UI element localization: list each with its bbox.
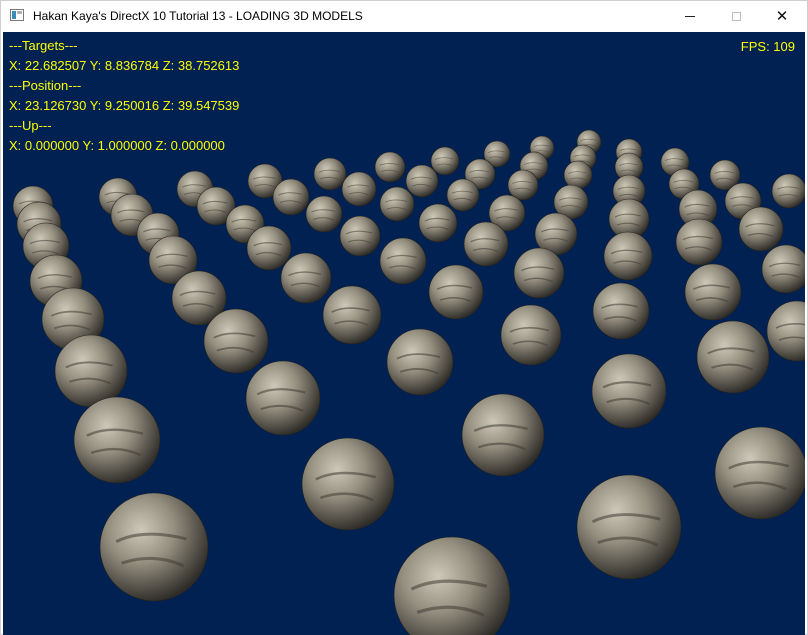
- rock-sphere: [761, 244, 805, 294]
- rock-sphere: [405, 164, 439, 198]
- maximize-button[interactable]: [713, 1, 759, 32]
- up-value: X: 0.000000 Y: 1.000000 Z: 0.000000: [9, 138, 225, 153]
- rock-sphere: [446, 178, 480, 212]
- app-window-icon[interactable]: [10, 9, 24, 21]
- rock-sphere: [305, 195, 343, 233]
- rock-sphere: [301, 437, 395, 531]
- rock-sphere: [738, 206, 784, 252]
- rock-sphere: [463, 221, 509, 267]
- rock-sphere: [99, 492, 209, 602]
- targets-header: ---Targets---: [9, 38, 78, 53]
- app-window: Hakan Kaya's DirectX 10 Tutorial 13 - LO…: [0, 0, 808, 635]
- rock-sphere: [714, 426, 805, 520]
- rock-sphere: [591, 353, 667, 429]
- rock-sphere: [461, 393, 545, 477]
- rock-sphere: [507, 169, 539, 201]
- rock-sphere: [379, 237, 427, 285]
- rock-sphere: [592, 282, 650, 340]
- rock-sphere: [379, 186, 415, 222]
- sphere-grid: [12, 129, 805, 635]
- rock-sphere: [322, 285, 382, 345]
- rock-sphere: [603, 231, 653, 281]
- up-header: ---Up---: [9, 118, 52, 133]
- rock-sphere: [339, 215, 381, 257]
- rock-sphere: [675, 218, 723, 266]
- rock-sphere: [245, 360, 321, 436]
- position-header: ---Position---: [9, 78, 82, 93]
- minimize-icon: [685, 16, 695, 17]
- close-icon: ✕: [775, 7, 789, 25]
- rock-sphere: [576, 474, 682, 580]
- rock-sphere: [272, 178, 310, 216]
- rock-sphere: [393, 536, 511, 635]
- rock-sphere: [341, 171, 377, 207]
- rock-sphere: [430, 146, 460, 176]
- maximize-icon: [731, 12, 741, 21]
- rock-sphere: [696, 320, 770, 394]
- window-title: Hakan Kaya's DirectX 10 Tutorial 13 - LO…: [33, 9, 363, 23]
- rock-sphere: [73, 396, 161, 484]
- rock-sphere: [313, 157, 347, 191]
- title-bar[interactable]: Hakan Kaya's DirectX 10 Tutorial 13 - LO…: [1, 1, 807, 32]
- fps-counter: FPS: 109: [740, 39, 795, 54]
- rock-sphere: [280, 252, 332, 304]
- rock-sphere: [766, 300, 805, 362]
- rock-sphere: [54, 334, 128, 408]
- rock-sphere: [418, 203, 458, 243]
- rock-sphere: [563, 160, 593, 190]
- rock-sphere: [513, 247, 565, 299]
- rock-sphere: [684, 263, 742, 321]
- targets-value: X: 22.682507 Y: 8.836784 Z: 38.752613: [9, 58, 240, 73]
- rock-sphere: [386, 328, 454, 396]
- rock-sphere: [203, 308, 269, 374]
- render-viewport[interactable]: ---Targets--- X: 22.682507 Y: 8.836784 Z…: [3, 32, 805, 635]
- rock-sphere: [500, 304, 562, 366]
- scene-canvas: [12, 129, 805, 635]
- close-button[interactable]: ✕: [759, 1, 805, 32]
- rock-sphere: [428, 264, 484, 320]
- rock-sphere: [246, 225, 292, 271]
- position-value: X: 23.126730 Y: 9.250016 Z: 39.547539: [9, 98, 240, 113]
- minimize-button[interactable]: [667, 1, 713, 32]
- rock-sphere: [374, 151, 406, 183]
- rock-sphere: [771, 173, 805, 209]
